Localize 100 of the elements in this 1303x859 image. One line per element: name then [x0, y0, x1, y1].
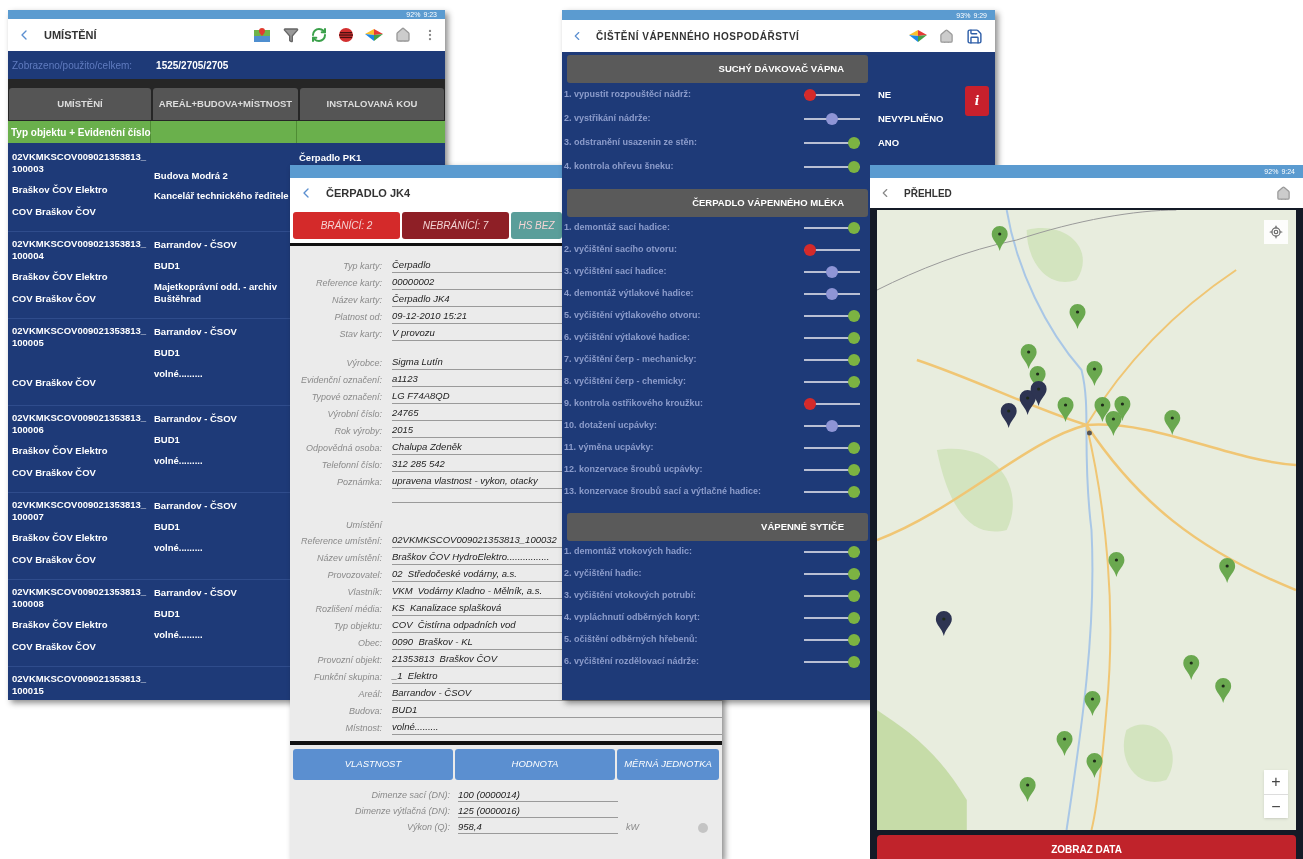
column-header[interactable]: MĚRNÁ JEDNOTKA: [617, 749, 719, 780]
field-value: BUD1: [392, 703, 418, 717]
slider-thumb[interactable]: [848, 376, 860, 388]
home-icon[interactable]: [395, 27, 411, 43]
slider-track[interactable]: [804, 376, 860, 388]
slider-thumb[interactable]: [848, 442, 860, 454]
field-value: KS Kanalizace splašková: [392, 601, 502, 615]
slider-thumb[interactable]: [826, 113, 838, 125]
slider-track[interactable]: [804, 612, 860, 624]
field-label: Funkční skupina:: [312, 671, 382, 684]
column-header[interactable]: HODNOTA: [455, 749, 615, 780]
slider-thumb[interactable]: [848, 332, 860, 344]
slider-track[interactable]: [804, 656, 860, 668]
column-header[interactable]: VLASTNOST: [293, 749, 453, 780]
slider-thumb[interactable]: [848, 222, 860, 234]
checklist-label: 1. demontáž vtokových hadic:: [564, 545, 693, 559]
object-text: COV Braškov ČOV: [12, 292, 97, 307]
checklist-label: 6. vyčištění rozdělovací nádrže:: [564, 655, 700, 669]
slider-track[interactable]: [804, 464, 860, 476]
slider-thumb[interactable]: [848, 137, 860, 149]
slider-track[interactable]: [804, 398, 860, 410]
room-text: Majetkoprávní odd. - archiv Buštěhrad: [154, 280, 278, 305]
filter-cell[interactable]: [151, 121, 296, 143]
object-text: COV Braškov ČOV: [12, 640, 97, 655]
column-header[interactable]: UMÍSTĚNÍ: [9, 88, 151, 120]
slider-track[interactable]: [804, 113, 860, 125]
slider-thumb[interactable]: [848, 612, 860, 624]
slider-thumb[interactable]: [848, 656, 860, 668]
slider-thumb[interactable]: [848, 354, 860, 366]
column-header[interactable]: INSTALOVANÁ KOU: [300, 88, 444, 120]
slider-track[interactable]: [804, 89, 860, 101]
filter-cell[interactable]: [297, 121, 445, 143]
slider-track[interactable]: [804, 332, 860, 344]
slider-thumb[interactable]: [804, 89, 816, 101]
slider-thumb[interactable]: [804, 244, 816, 256]
slider-thumb[interactable]: [848, 161, 860, 173]
field-label: Telefonní číslo:: [320, 459, 382, 472]
checklist-label: 4. kontrola ohřevu šneku:: [564, 160, 674, 174]
checklist-label: 3. odstranění usazenin ze stěn:: [564, 136, 698, 150]
kite-icon[interactable]: [365, 29, 383, 41]
field-label: Areál:: [357, 688, 382, 701]
locate-icon[interactable]: [1264, 220, 1288, 244]
checklist-label: 1. demontáž sací hadice:: [564, 221, 671, 235]
slider-thumb[interactable]: [848, 486, 860, 498]
slider-track[interactable]: [804, 310, 860, 322]
field-label: Provozní objekt:: [316, 654, 382, 667]
section-header[interactable]: SUCHÝ DÁVKOVAČ VÁPNA: [567, 55, 868, 83]
section-header[interactable]: ČERPADLO VÁPENNÉHO MLÉKA: [567, 189, 868, 217]
slider-track[interactable]: [804, 288, 860, 300]
slider-track[interactable]: [804, 568, 860, 580]
tab[interactable]: NEBRÁNÍCÍ: 7: [402, 212, 509, 239]
zoom-out-button[interactable]: −: [1264, 794, 1288, 818]
section-header[interactable]: VÁPENNÉ SYTIČE: [567, 513, 868, 541]
field-value: Sigma Lutín: [392, 355, 443, 369]
slider-thumb[interactable]: [848, 310, 860, 322]
checklist-label: 2. vyčištění hadic:: [564, 567, 642, 581]
field-label: Reference karty:: [314, 277, 382, 290]
show-data-button[interactable]: ZOBRAZ DATA: [877, 835, 1296, 859]
slider-track[interactable]: [804, 244, 860, 256]
zoom-in-button[interactable]: +: [1264, 770, 1288, 794]
slider-track[interactable]: [804, 420, 860, 432]
slider-track[interactable]: [804, 486, 860, 498]
record-id: 02VKMKSCOV009021353813_100004: [12, 238, 148, 262]
slider-track[interactable]: [804, 354, 860, 366]
column-header[interactable]: AREÁL+BUDOVA+MÍSTNOST: [153, 88, 298, 120]
refresh-icon[interactable]: [311, 27, 327, 43]
map-icon[interactable]: [253, 27, 271, 43]
checklist-label: 10. dotažení ucpávky:: [564, 419, 658, 433]
home-icon[interactable]: [939, 28, 954, 44]
slider-track[interactable]: [804, 266, 860, 278]
slider-track[interactable]: [804, 546, 860, 558]
slider-track[interactable]: [804, 161, 860, 173]
slider-track[interactable]: [804, 442, 860, 454]
slider-thumb[interactable]: [848, 464, 860, 476]
home-icon[interactable]: [1276, 185, 1291, 201]
kite-icon[interactable]: [909, 30, 927, 42]
checklist-label: 13. konzervace šroubů sací a výtlačné hadice:: [564, 485, 762, 499]
field-value: Chalupa Zdeněk: [392, 440, 462, 454]
slider-thumb[interactable]: [848, 546, 860, 558]
checklist-label: 3. vyčištění vtokových potrubí:: [564, 589, 697, 603]
slider-track[interactable]: [804, 634, 860, 646]
slider-thumb[interactable]: [848, 590, 860, 602]
field-label: Rozlišení média:: [314, 603, 382, 616]
tab[interactable]: BRÁNÍCÍ: 2: [293, 212, 400, 239]
field-value: COV Čistírna odpadních vod: [392, 618, 516, 632]
status-text: ANO: [878, 135, 900, 150]
striped-ball-icon[interactable]: [339, 28, 353, 42]
slider-thumb[interactable]: [848, 568, 860, 580]
save-icon[interactable]: [966, 27, 983, 45]
slider-track[interactable]: [804, 137, 860, 149]
slider-thumb[interactable]: [826, 266, 838, 278]
filter-icon[interactable]: [283, 27, 299, 43]
slider-thumb[interactable]: [826, 288, 838, 300]
slider-thumb[interactable]: [804, 398, 816, 410]
slider-track[interactable]: [804, 222, 860, 234]
slider-track[interactable]: [804, 590, 860, 602]
field-label: Typové označení:: [310, 391, 382, 404]
slider-thumb[interactable]: [848, 634, 860, 646]
info-button[interactable]: i: [965, 86, 989, 116]
slider-thumb[interactable]: [826, 420, 838, 432]
